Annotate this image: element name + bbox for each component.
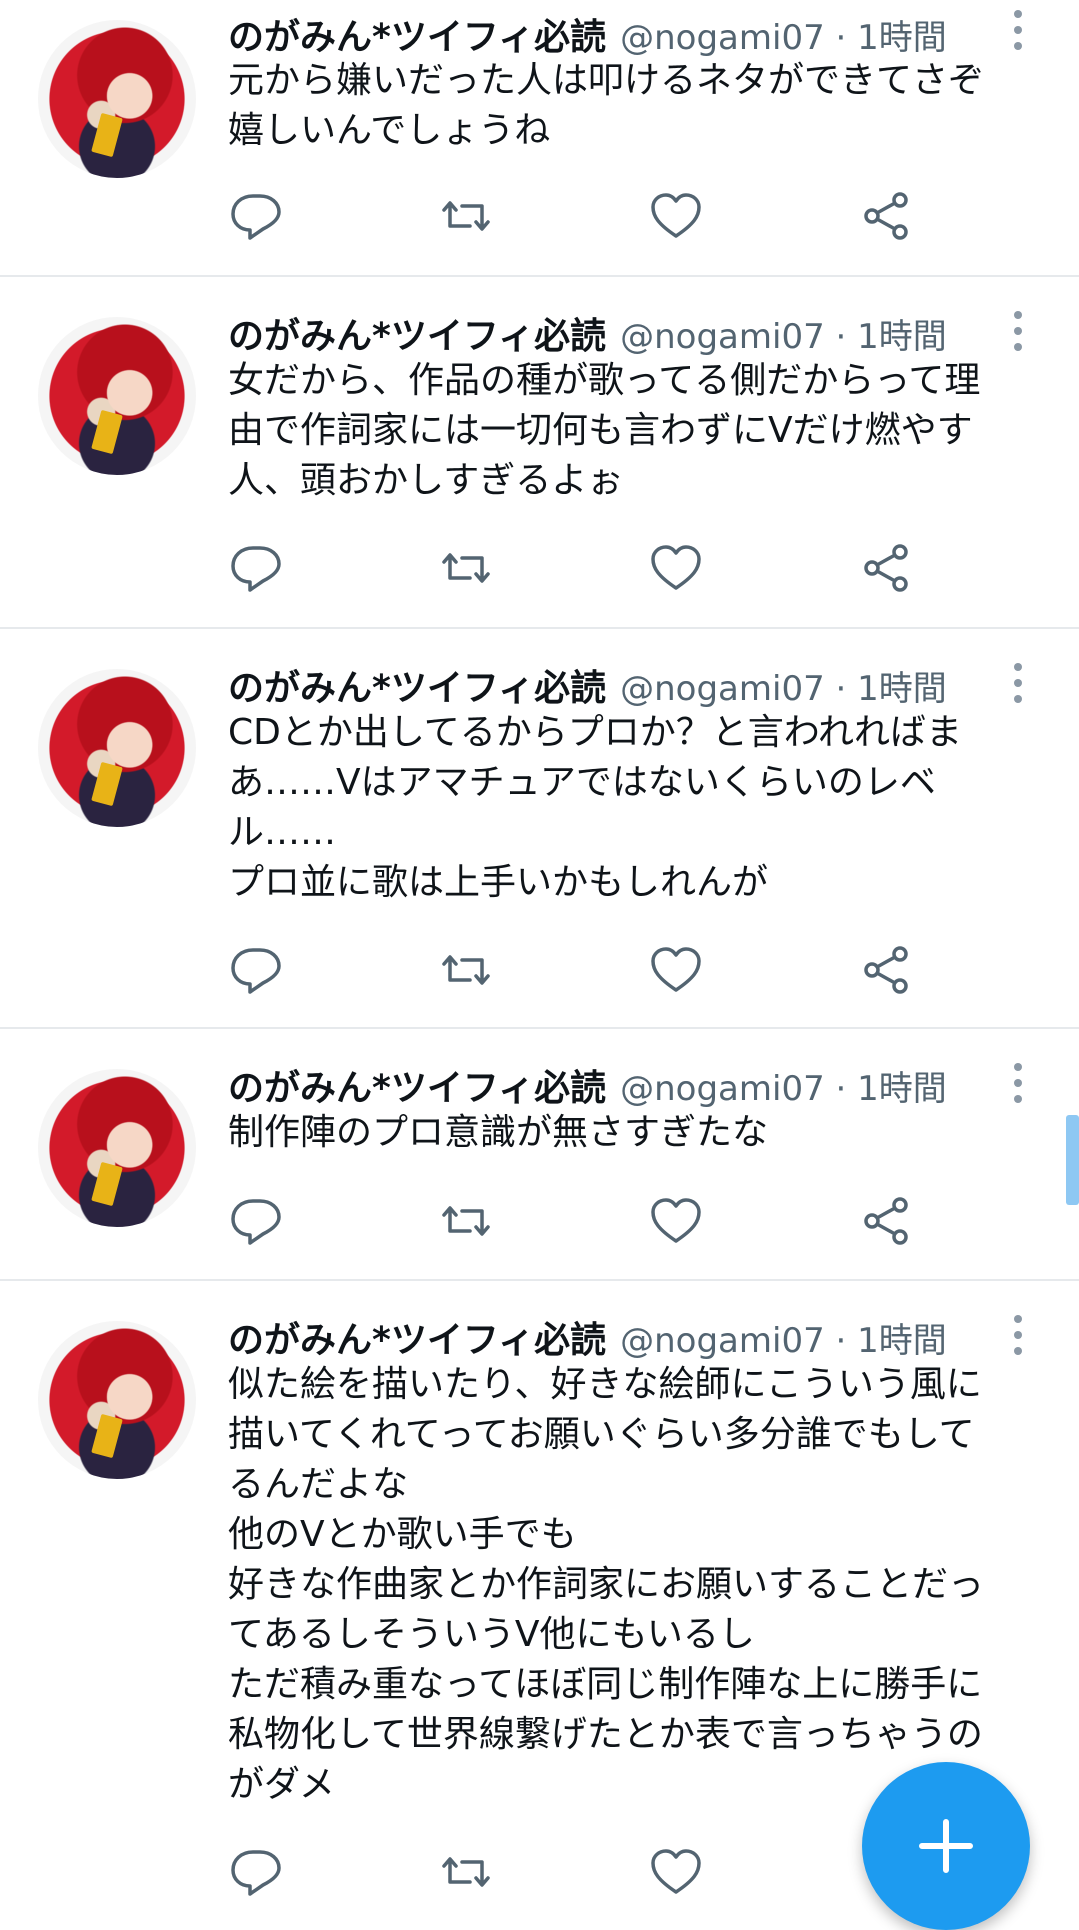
tweet[interactable]: のがみん*ツイフィ必読 @nogami07 · 1時間 CDとか出してるからプロ… (0, 629, 1079, 1029)
tweet-text: 元から嫌いだった人は叩けるネタができてさぞ 嬉しいんでしょうね (228, 60, 985, 151)
avatar[interactable] (38, 317, 196, 475)
heart-icon[interactable] (648, 540, 704, 596)
avatar[interactable] (38, 20, 196, 178)
share-icon[interactable] (858, 1193, 914, 1249)
tweet-header: のがみん*ツイフィ必読 @nogami07 · 1時間 (228, 1059, 947, 1111)
tweet-actions (228, 188, 928, 244)
display-name[interactable]: のがみん*ツイフィ必読 (228, 659, 606, 711)
handle-and-time: @nogami07 · 1時間 (620, 17, 947, 58)
display-name[interactable]: のがみん*ツイフィ必読 (228, 1311, 606, 1363)
more-vertical-icon[interactable] (1008, 663, 1028, 707)
plus-icon (919, 1819, 973, 1873)
tweet[interactable]: のがみん*ツイフィ必読 @nogami07 · 1時間 元から嫌いだった人は叩け… (0, 0, 1079, 277)
compose-button[interactable] (862, 1762, 1030, 1930)
share-icon[interactable] (858, 188, 914, 244)
tweet-header: のがみん*ツイフィ必読 @nogami07 · 1時間 (228, 659, 947, 711)
tweet-text: 似た絵を描いたり、好きな絵師にこういう風に 描いてくれてってお願いぐらい多分誰で… (228, 1364, 985, 1805)
tweet-actions (228, 540, 928, 596)
retweet-icon[interactable] (438, 1844, 494, 1900)
heart-icon[interactable] (648, 1844, 704, 1900)
tweet-header: のがみん*ツイフィ必読 @nogami07 · 1時間 (228, 307, 947, 359)
reply-icon[interactable] (228, 942, 284, 998)
avatar[interactable] (38, 1321, 196, 1479)
tweet[interactable]: のがみん*ツイフィ必読 @nogami07 · 1時間 女だから、作品の種が歌っ… (0, 277, 1079, 629)
retweet-icon[interactable] (438, 942, 494, 998)
heart-icon[interactable] (648, 188, 704, 244)
tweet-actions (228, 1193, 928, 1249)
scrollbar-thumb[interactable] (1066, 1115, 1079, 1205)
handle-and-time: @nogami07 · 1時間 (620, 1320, 947, 1361)
more-vertical-icon[interactable] (1008, 10, 1028, 54)
reply-icon[interactable] (228, 1844, 284, 1900)
display-name[interactable]: のがみん*ツイフィ必読 (228, 8, 606, 60)
retweet-icon[interactable] (438, 188, 494, 244)
reply-icon[interactable] (228, 1193, 284, 1249)
tweet-text: CDとか出してるからプロか？と言われればま あ……Vはアマチュアではないくらいの… (228, 712, 962, 903)
tweet-header: のがみん*ツイフィ必読 @nogami07 · 1時間 (228, 1311, 947, 1363)
avatar[interactable] (38, 1069, 196, 1227)
avatar[interactable] (38, 669, 196, 827)
reply-icon[interactable] (228, 188, 284, 244)
tweet-text: 制作陣のプロ意識が無さすぎたな (228, 1112, 769, 1153)
display-name[interactable]: のがみん*ツイフィ必読 (228, 1059, 606, 1111)
more-vertical-icon[interactable] (1008, 1315, 1028, 1359)
heart-icon[interactable] (648, 942, 704, 998)
more-vertical-icon[interactable] (1008, 1063, 1028, 1107)
handle-and-time: @nogami07 · 1時間 (620, 316, 947, 357)
tweet-actions (228, 942, 928, 998)
handle-and-time: @nogami07 · 1時間 (620, 1068, 947, 1109)
display-name[interactable]: のがみん*ツイフィ必読 (228, 307, 606, 359)
share-icon[interactable] (858, 942, 914, 998)
tweet-header: のがみん*ツイフィ必読 @nogami07 · 1時間 (228, 8, 947, 60)
more-vertical-icon[interactable] (1008, 311, 1028, 355)
heart-icon[interactable] (648, 1193, 704, 1249)
retweet-icon[interactable] (438, 540, 494, 596)
reply-icon[interactable] (228, 540, 284, 596)
retweet-icon[interactable] (438, 1193, 494, 1249)
tweet-actions (228, 1844, 928, 1900)
share-icon[interactable] (858, 540, 914, 596)
handle-and-time: @nogami07 · 1時間 (620, 668, 947, 709)
tweet-text: 女だから、作品の種が歌ってる側だからって理 由で作詞家には一切何も言わずにVだけ… (228, 360, 981, 501)
tweet[interactable]: のがみん*ツイフィ必読 @nogami07 · 1時間 制作陣のプロ意識が無さす… (0, 1029, 1079, 1281)
